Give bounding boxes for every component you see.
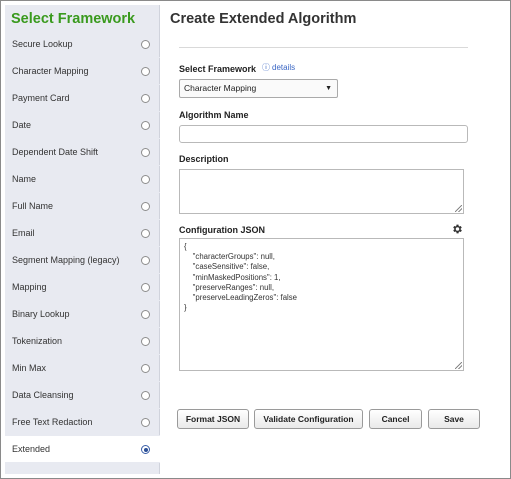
framework-item-label: Secure Lookup	[12, 39, 73, 49]
gear-icon[interactable]	[451, 223, 463, 235]
framework-item-label: Segment Mapping (legacy)	[12, 255, 120, 265]
framework-item[interactable]: Binary Lookup	[5, 301, 160, 328]
framework-item-label: Min Max	[12, 363, 47, 373]
framework-item[interactable]: Email	[5, 220, 160, 247]
description-textarea[interactable]	[179, 169, 464, 214]
framework-item[interactable]: Date	[5, 112, 160, 139]
framework-item[interactable]: Extended	[5, 436, 160, 463]
framework-sidebar: Select Framework Secure Lookup Character …	[5, 5, 160, 474]
validate-configuration-button[interactable]: Validate Configuration	[254, 409, 363, 429]
radio-button[interactable]	[141, 94, 150, 103]
framework-item-label: Binary Lookup	[12, 309, 70, 319]
chevron-down-icon: ▼	[325, 85, 332, 92]
radio-button[interactable]	[141, 364, 150, 373]
description-label: Description	[179, 154, 229, 164]
framework-item[interactable]: Name	[5, 166, 160, 193]
radio-button[interactable]	[141, 283, 150, 292]
radio-button[interactable]	[141, 202, 150, 211]
framework-item[interactable]: Mapping	[5, 274, 160, 301]
details-link[interactable]: ⓘ details	[262, 62, 295, 73]
radio-button[interactable]	[141, 229, 150, 238]
framework-item[interactable]: Tokenization	[5, 328, 160, 355]
framework-item-label: Data Cleansing	[12, 390, 74, 400]
save-button[interactable]: Save	[428, 409, 480, 429]
radio-button[interactable]	[141, 121, 150, 130]
framework-item-label: Mapping	[12, 282, 47, 292]
radio-button[interactable]	[141, 256, 150, 265]
framework-item[interactable]: Payment Card	[5, 85, 160, 112]
framework-item[interactable]: Data Cleansing	[5, 382, 160, 409]
radio-button[interactable]	[141, 391, 150, 400]
framework-item[interactable]: Secure Lookup	[5, 31, 160, 58]
framework-item-label: Tokenization	[12, 336, 63, 346]
framework-item-label: Character Mapping	[12, 66, 89, 76]
radio-button[interactable]	[141, 418, 150, 427]
radio-button[interactable]	[141, 175, 150, 184]
framework-list: Secure Lookup Character Mapping Payment Ca…	[5, 31, 160, 463]
config-json-label: Configuration JSON	[179, 225, 265, 235]
config-json-textarea[interactable]: { "characterGroups": null, "caseSensitiv…	[179, 238, 464, 371]
resize-handle-icon[interactable]	[455, 362, 462, 369]
sidebar-title: Select Framework	[11, 11, 136, 27]
framework-label: Select Framework	[179, 64, 257, 74]
title-divider	[179, 47, 468, 48]
algorithm-name-label: Algorithm Name	[179, 110, 249, 120]
framework-item-label: Date	[12, 120, 32, 130]
framework-item-label: Name	[12, 174, 37, 184]
algorithm-name-input[interactable]	[179, 125, 468, 143]
radio-button[interactable]	[141, 310, 150, 319]
resize-handle-icon[interactable]	[455, 205, 462, 212]
framework-item[interactable]: Min Max	[5, 355, 160, 382]
format-json-button[interactable]: Format JSON	[177, 409, 249, 429]
details-link-text: details	[272, 63, 296, 72]
config-json-text: { "characterGroups": null, "caseSensitiv…	[184, 242, 298, 313]
page-title: Create Extended Algorithm	[170, 11, 357, 27]
radio-button[interactable]	[141, 337, 150, 346]
cancel-button[interactable]: Cancel	[369, 409, 422, 429]
framework-select-value: Character Mapping	[184, 83, 257, 93]
radio-button[interactable]	[141, 148, 150, 157]
framework-item-label: Full Name	[12, 201, 54, 211]
radio-button[interactable]	[141, 67, 150, 76]
framework-item[interactable]: Free Text Redaction	[5, 409, 160, 436]
framework-select[interactable]: Character Mapping ▼	[179, 79, 338, 98]
radio-button[interactable]	[141, 445, 150, 454]
info-icon: ⓘ	[262, 63, 270, 72]
framework-item[interactable]: Segment Mapping (legacy)	[5, 247, 160, 274]
radio-button[interactable]	[141, 40, 150, 49]
framework-item[interactable]: Dependent Date Shift	[5, 139, 160, 166]
framework-item-label: Payment Card	[12, 93, 70, 103]
framework-item-label: Extended	[12, 444, 51, 454]
framework-item[interactable]: Character Mapping	[5, 58, 160, 85]
framework-item[interactable]: Full Name	[5, 193, 160, 220]
framework-item-label: Free Text Redaction	[12, 417, 93, 427]
framework-item-label: Dependent Date Shift	[12, 147, 99, 157]
framework-item-label: Email	[12, 228, 35, 238]
